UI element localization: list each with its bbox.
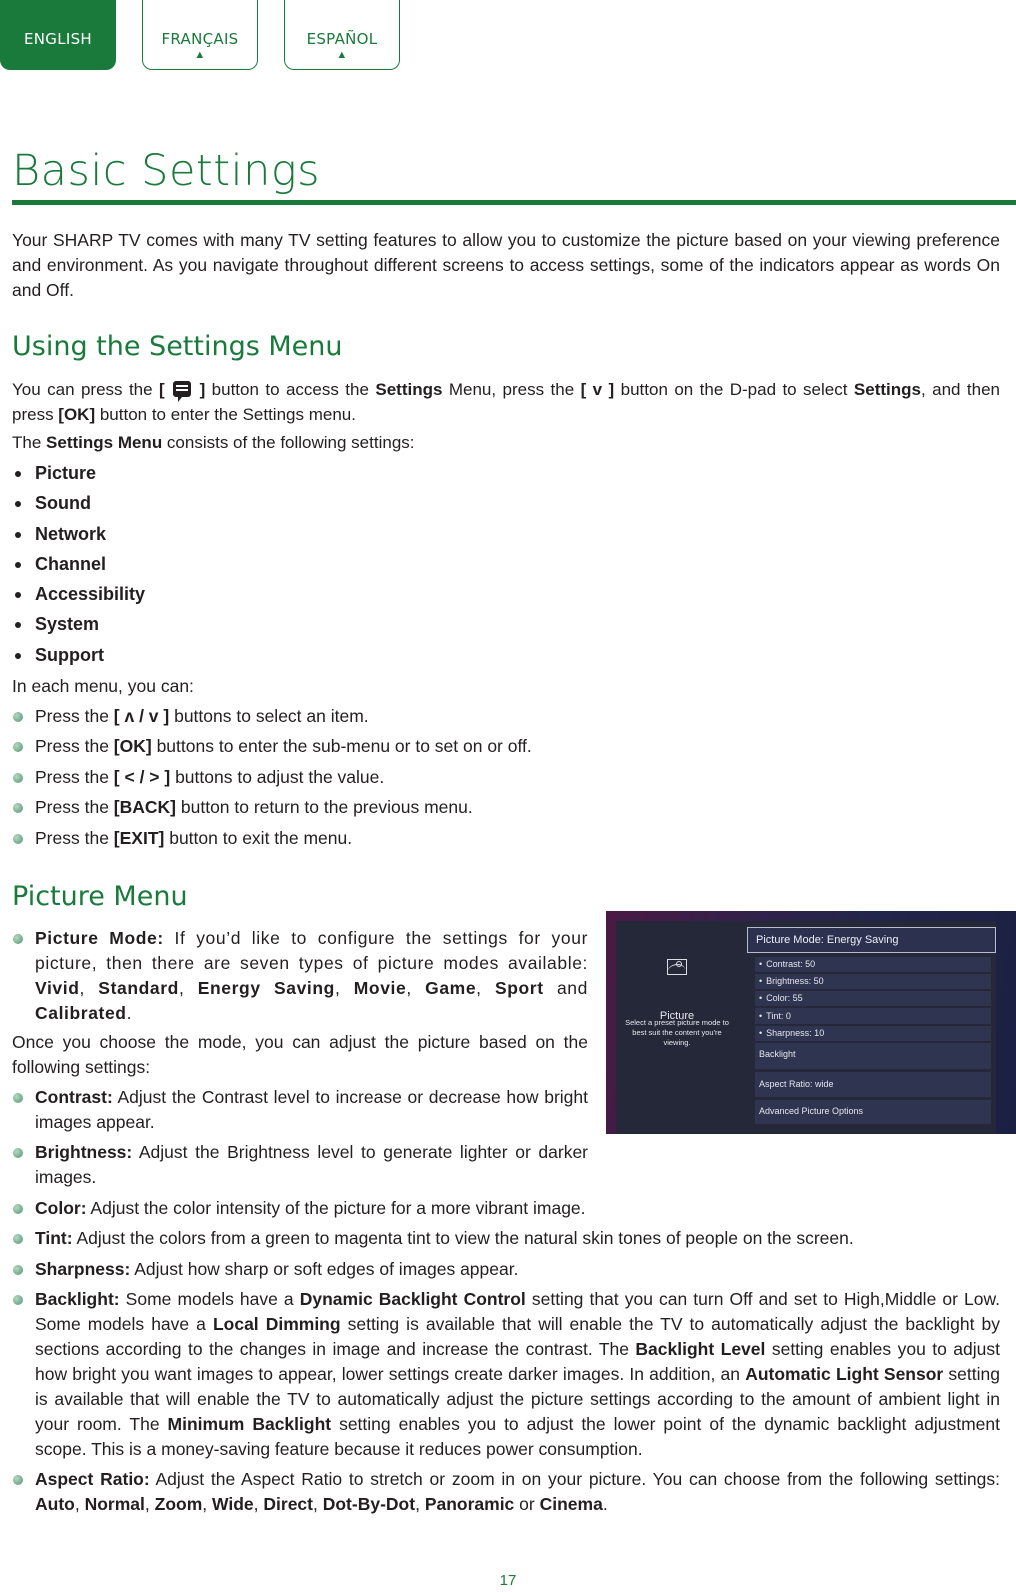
list-item: Tint: Adjust the colors from a green to … [12, 1226, 1000, 1256]
section-heading-picture-menu: Picture Menu [12, 881, 188, 912]
tab-francais-label: FRANÇAIS [161, 30, 239, 48]
settings-instructions: You can press the [ ] button to access t… [12, 380, 1000, 424]
menu-actions-list: Press the [ ʌ / v ] buttons to select an… [12, 704, 972, 856]
list-item: Contrast: Adjust the Contrast level to i… [12, 1085, 588, 1135]
list-item: Sound [12, 488, 145, 518]
menu-button-icon [173, 381, 192, 402]
tv-color-item[interactable]: Color: 55 [755, 991, 991, 1006]
tv-backlight-item[interactable]: Backlight [755, 1043, 991, 1069]
triangle-up-icon: ▲ [194, 49, 206, 61]
tv-picture-menu-screenshot: Picture Select a preset picture mode to … [606, 911, 1016, 1134]
page-number: 17 [499, 1572, 517, 1589]
tab-english-label: ENGLISH [23, 30, 92, 48]
list-item: Channel [12, 549, 145, 579]
picture-settings-list-narrow: Contrast: Adjust the Contrast level to i… [12, 1085, 588, 1190]
picture-mode-list: Picture Mode: If you’d like to configure… [12, 926, 588, 1026]
list-item: Backlight: Some models have a Dynamic Ba… [12, 1287, 1000, 1462]
once-choose-text: Once you choose the mode, you can adjust… [12, 1032, 588, 1077]
intro-paragraph: Your SHARP TV comes with many TV setting… [12, 230, 1000, 300]
list-item: System [12, 609, 145, 639]
bullet-icon [13, 772, 23, 783]
tv-menu-panel: Picture Select a preset picture mode to … [616, 921, 996, 1134]
page-title: Basic Settings [12, 146, 321, 196]
list-item: Press the [ ʌ / v ] buttons to select an… [12, 704, 972, 734]
bullet-icon [13, 833, 23, 844]
list-item: Color: Adjust the color intensity of the… [12, 1196, 1000, 1226]
list-item: Picture Mode: If you’d like to configure… [12, 926, 588, 1026]
bullet-icon [13, 803, 23, 814]
tab-espanol[interactable]: ESPAÑOL ▲ [284, 0, 400, 70]
section-heading-settings-menu: Using the Settings Menu [12, 331, 343, 362]
tv-menu-description: Select a preset picture mode to best sui… [625, 1018, 729, 1047]
list-item: Press the [EXIT] button to exit the menu… [12, 826, 972, 856]
tv-menu-sidebar: Picture Select a preset picture mode to … [616, 921, 738, 1134]
bullet-icon [13, 1475, 23, 1486]
settings-menu-intro: The Settings Menu consists of the follow… [12, 433, 415, 452]
list-item: Sharpness: Adjust how sharp or soft edge… [12, 1257, 1000, 1287]
tv-contrast-item[interactable]: Contrast: 50 [755, 957, 991, 972]
bullet-icon [13, 1204, 23, 1214]
list-item: Press the [ < / > ] buttons to adjust th… [12, 765, 972, 795]
tv-advanced-picture-options-item[interactable]: Advanced Picture Options [755, 1100, 991, 1124]
list-item: Picture [12, 458, 145, 488]
list-item: Aspect Ratio: Adjust the Aspect Ratio to… [12, 1467, 1000, 1517]
bullet-icon [13, 1148, 23, 1158]
picture-icon [667, 959, 687, 975]
list-item: Press the [BACK] button to return to the… [12, 795, 972, 825]
tab-english[interactable]: ENGLISH [0, 0, 116, 70]
bullet-icon [13, 712, 23, 722]
bullet-icon [13, 934, 23, 944]
each-menu-text: In each menu, you can: [12, 676, 194, 696]
title-divider [12, 200, 1016, 205]
list-item: Press the [OK] buttons to enter the sub-… [12, 734, 972, 764]
list-item: Network [12, 519, 145, 549]
tv-sharpness-item[interactable]: Sharpness: 10 [755, 1026, 991, 1041]
bullet-icon [13, 1264, 23, 1275]
bullet-icon [13, 1295, 23, 1306]
list-item: Accessibility [12, 579, 145, 609]
tab-francais[interactable]: FRANÇAIS ▲ [142, 0, 258, 70]
list-item: Support [12, 640, 145, 670]
tab-espanol-label: ESPAÑOL [306, 30, 378, 48]
settings-menu-list: Picture Sound Network Channel Accessibil… [12, 458, 145, 670]
bullet-icon [13, 1234, 23, 1245]
bullet-icon [13, 742, 23, 753]
tv-brightness-item[interactable]: Brightness: 50 [755, 974, 991, 989]
tv-tint-item[interactable]: Tint: 0 [755, 1008, 991, 1024]
tv-picture-mode-selected[interactable]: Picture Mode: Energy Saving [747, 927, 996, 953]
tv-aspect-ratio-item[interactable]: Aspect Ratio: wide [755, 1072, 991, 1097]
picture-settings-list-wide: Color: Adjust the color intensity of the… [12, 1196, 1000, 1517]
triangle-up-icon: ▲ [336, 49, 348, 61]
list-item: Brightness: Adjust the Brightness level … [12, 1140, 588, 1190]
bullet-icon [13, 1093, 23, 1103]
